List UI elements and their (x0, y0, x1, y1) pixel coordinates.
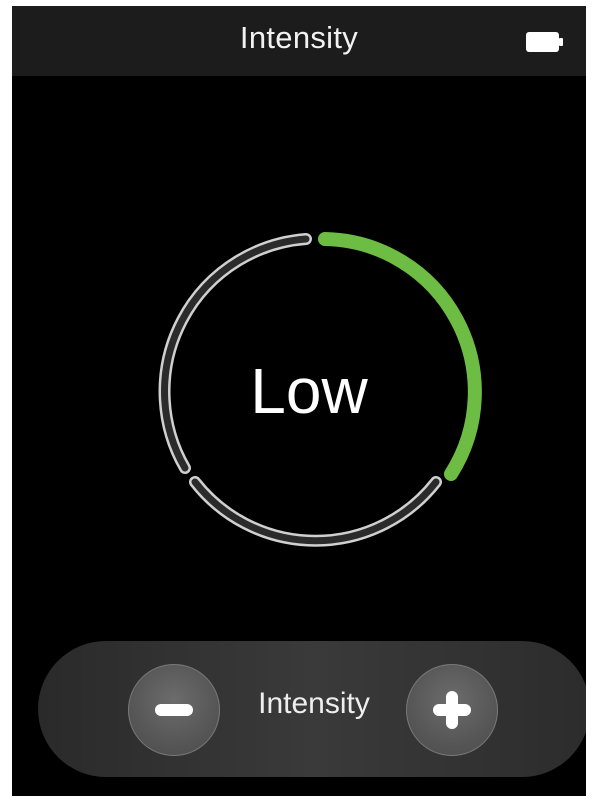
battery-icon (526, 32, 563, 52)
device-frame: Intensity Low Intensity (0, 0, 602, 803)
increase-intensity-button[interactable] (406, 664, 498, 756)
screen: Intensity Low Intensity (12, 6, 586, 796)
intensity-level-label: Low (250, 355, 368, 427)
plus-icon (433, 691, 471, 729)
intensity-control-bar: Intensity (38, 641, 586, 777)
page-title: Intensity (239, 20, 359, 55)
decrease-intensity-button[interactable] (128, 664, 220, 756)
minus-icon (155, 704, 193, 716)
intensity-control-label: Intensity (258, 687, 370, 720)
top-bar: Intensity (12, 6, 586, 76)
